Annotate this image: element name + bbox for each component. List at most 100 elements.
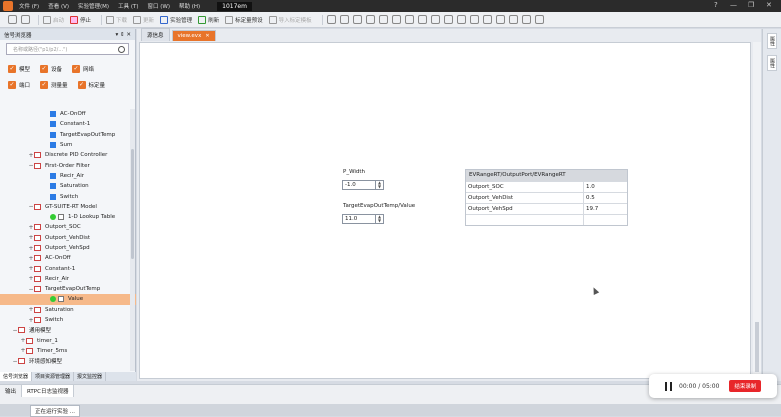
tree-item[interactable]: + Timer_5ms bbox=[0, 346, 136, 356]
fit-icon[interactable] bbox=[352, 15, 362, 24]
panel-pin-controls[interactable]: ▾ ⇕ ✕ bbox=[116, 32, 131, 38]
tree-item[interactable]: + Constant-1 bbox=[0, 263, 136, 273]
experiment-manage-button[interactable]: 实验管理 bbox=[160, 15, 192, 24]
tab-output[interactable]: 输出 bbox=[0, 385, 23, 397]
filter-measurement-checkbox[interactable]: ✓ 测量量 bbox=[40, 81, 68, 89]
tab-view-evx[interactable]: view.evx ✕ bbox=[171, 30, 216, 41]
model-folder-icon bbox=[34, 286, 41, 293]
start-button[interactable]: 启动 bbox=[43, 15, 64, 24]
menu-view[interactable]: 查看 (V) bbox=[48, 2, 69, 10]
layout-canvas[interactable]: P_Width -1.0 ▲ ▼ TargetEvapOutTemp/Value … bbox=[139, 42, 751, 379]
refresh-button[interactable]: 刷新 bbox=[198, 15, 219, 24]
target-evap-spinbox[interactable]: 11.0 ▲ ▼ bbox=[342, 214, 384, 224]
filter-calibration-checkbox[interactable]: ✓ 标定量 bbox=[77, 81, 105, 89]
update-button[interactable]: 更新 bbox=[133, 15, 154, 24]
tree-item[interactable]: AC-OnOff bbox=[0, 109, 136, 119]
tree-item[interactable]: + Outport_VehDist bbox=[0, 233, 136, 243]
same-size-icon[interactable] bbox=[508, 15, 518, 24]
menu-window[interactable]: 窗口 (W) bbox=[147, 2, 169, 10]
menu-experiment[interactable]: 实验管理(M) bbox=[78, 2, 109, 10]
pwidth-spinbox[interactable]: -1.0 ▲ ▼ bbox=[342, 180, 384, 190]
spin-arrows-icon[interactable]: ▲ ▼ bbox=[375, 181, 383, 189]
align-center-icon[interactable] bbox=[391, 15, 401, 24]
help-icon[interactable]: ? bbox=[714, 1, 718, 9]
mouse-cursor-icon bbox=[590, 286, 600, 295]
filter-network-checkbox[interactable]: ✓ 网络 bbox=[72, 65, 94, 73]
filter-device-checkbox[interactable]: ✓ 设备 bbox=[40, 65, 62, 73]
right-dock-strip: 属性 属性 bbox=[762, 29, 781, 381]
tab-project-explorer[interactable]: 项目资源管理器 bbox=[32, 372, 75, 381]
tree-item[interactable]: 1-D Lookup Table bbox=[0, 212, 136, 222]
tree-item[interactable]: − First-Order Filter bbox=[0, 160, 136, 170]
download-button[interactable]: 下载 bbox=[106, 15, 127, 24]
tree-item[interactable]: + AC-OnOff bbox=[0, 253, 136, 263]
settings-icon[interactable] bbox=[534, 15, 544, 24]
maximize-button[interactable]: ❐ bbox=[748, 1, 754, 9]
scrollbar-thumb[interactable] bbox=[131, 149, 134, 259]
menu-file[interactable]: 文件 (F) bbox=[19, 2, 39, 10]
search-icon[interactable] bbox=[118, 46, 125, 53]
tree-item[interactable]: + Outport_VehSpd bbox=[0, 243, 136, 253]
pause-icon[interactable] bbox=[665, 381, 672, 391]
tab-properties[interactable]: 属性 bbox=[767, 33, 777, 49]
close-button[interactable]: ✕ bbox=[766, 1, 772, 9]
distribute-h-icon[interactable] bbox=[456, 15, 466, 24]
filter-model-checkbox[interactable]: ✓ 模型 bbox=[8, 65, 30, 73]
new-icon[interactable] bbox=[8, 15, 17, 24]
align-top-icon[interactable] bbox=[417, 15, 427, 24]
minimize-button[interactable]: — bbox=[730, 1, 737, 9]
same-height-icon[interactable] bbox=[495, 15, 505, 24]
tree-item[interactable]: + Discrete PID Controller bbox=[0, 150, 136, 160]
tree-item[interactable]: − TargetEvapOutTemp bbox=[0, 284, 136, 294]
spin-arrows-icon[interactable]: ▲ ▼ bbox=[375, 215, 383, 223]
import-calibration-button[interactable]: 导入标定模板 bbox=[268, 15, 312, 24]
tree-item[interactable]: Switch bbox=[0, 191, 136, 201]
tab-rtpc-log[interactable]: RTPC日志监视器 bbox=[22, 385, 75, 397]
tab-properties-2[interactable]: 属性 bbox=[767, 55, 777, 71]
tree-item[interactable]: + Saturation bbox=[0, 305, 136, 315]
open-icon[interactable] bbox=[21, 15, 30, 24]
editor-scrollbar[interactable] bbox=[753, 42, 761, 379]
lock-icon[interactable] bbox=[521, 15, 531, 24]
distribute-v-icon[interactable] bbox=[469, 15, 479, 24]
tab-source-info[interactable]: 源信息 bbox=[141, 28, 170, 41]
zoom-out-icon[interactable] bbox=[339, 15, 349, 24]
signal-search-input[interactable]: 名称或路径("p1/p2/...") bbox=[6, 43, 129, 55]
zoom-in-icon[interactable] bbox=[326, 15, 336, 24]
close-tab-icon[interactable]: ✕ bbox=[205, 33, 209, 39]
toolbar-separator bbox=[321, 14, 323, 25]
align-left-icon[interactable] bbox=[378, 15, 388, 24]
output-port-table[interactable]: EVRangeRT/OutputPort/EVRangeRT Outport_S… bbox=[465, 169, 628, 226]
stop-button[interactable]: 停止 bbox=[70, 15, 91, 24]
menu-help[interactable]: 帮助 (H) bbox=[179, 2, 200, 10]
tree-item[interactable]: + Recir_Air bbox=[0, 274, 136, 284]
tree-item[interactable]: Constant-1 bbox=[0, 119, 136, 129]
tree-item[interactable]: TargetEvapOutTemp bbox=[0, 130, 136, 140]
tree-item-label: 通用模型 bbox=[29, 328, 52, 335]
scrollbar-thumb[interactable] bbox=[755, 322, 759, 372]
filter-port-checkbox[interactable]: ✓ 端口 bbox=[8, 81, 30, 89]
tree-item[interactable]: − GT-SUITE-RT Model bbox=[0, 202, 136, 212]
calibration-preset-button[interactable]: 标定量预设 bbox=[225, 15, 263, 24]
align-bottom-icon[interactable] bbox=[443, 15, 453, 24]
target-evap-label: TargetEvapOutTemp/Value bbox=[343, 203, 416, 209]
same-width-icon[interactable] bbox=[482, 15, 492, 24]
tab-signal-browser[interactable]: 信号浏览器 bbox=[0, 372, 33, 381]
align-middle-icon[interactable] bbox=[430, 15, 440, 24]
menu-tools[interactable]: 工具 (T) bbox=[118, 2, 138, 10]
tree-item[interactable]: + Outport_SOC bbox=[0, 222, 136, 232]
table-row bbox=[466, 214, 627, 225]
tree-item[interactable]: − 环境感知模型 bbox=[0, 356, 136, 366]
grid-icon[interactable] bbox=[365, 15, 375, 24]
tree-scrollbar[interactable] bbox=[130, 109, 135, 371]
tree-item[interactable]: Saturation bbox=[0, 181, 136, 191]
align-right-icon[interactable] bbox=[404, 15, 414, 24]
tree-item[interactable]: + timer_1 bbox=[0, 336, 136, 346]
tree-item[interactable]: Value bbox=[0, 294, 136, 305]
tree-item[interactable]: − 通用模型 bbox=[0, 325, 136, 335]
tree-item[interactable]: + Switch bbox=[0, 315, 136, 325]
tree-item[interactable]: Sum bbox=[0, 140, 136, 150]
end-recording-button[interactable]: 结束录制 bbox=[729, 380, 762, 392]
tree-item[interactable]: Recir_Air bbox=[0, 171, 136, 181]
tab-message-monitor[interactable]: 报文监控器 bbox=[74, 372, 107, 381]
